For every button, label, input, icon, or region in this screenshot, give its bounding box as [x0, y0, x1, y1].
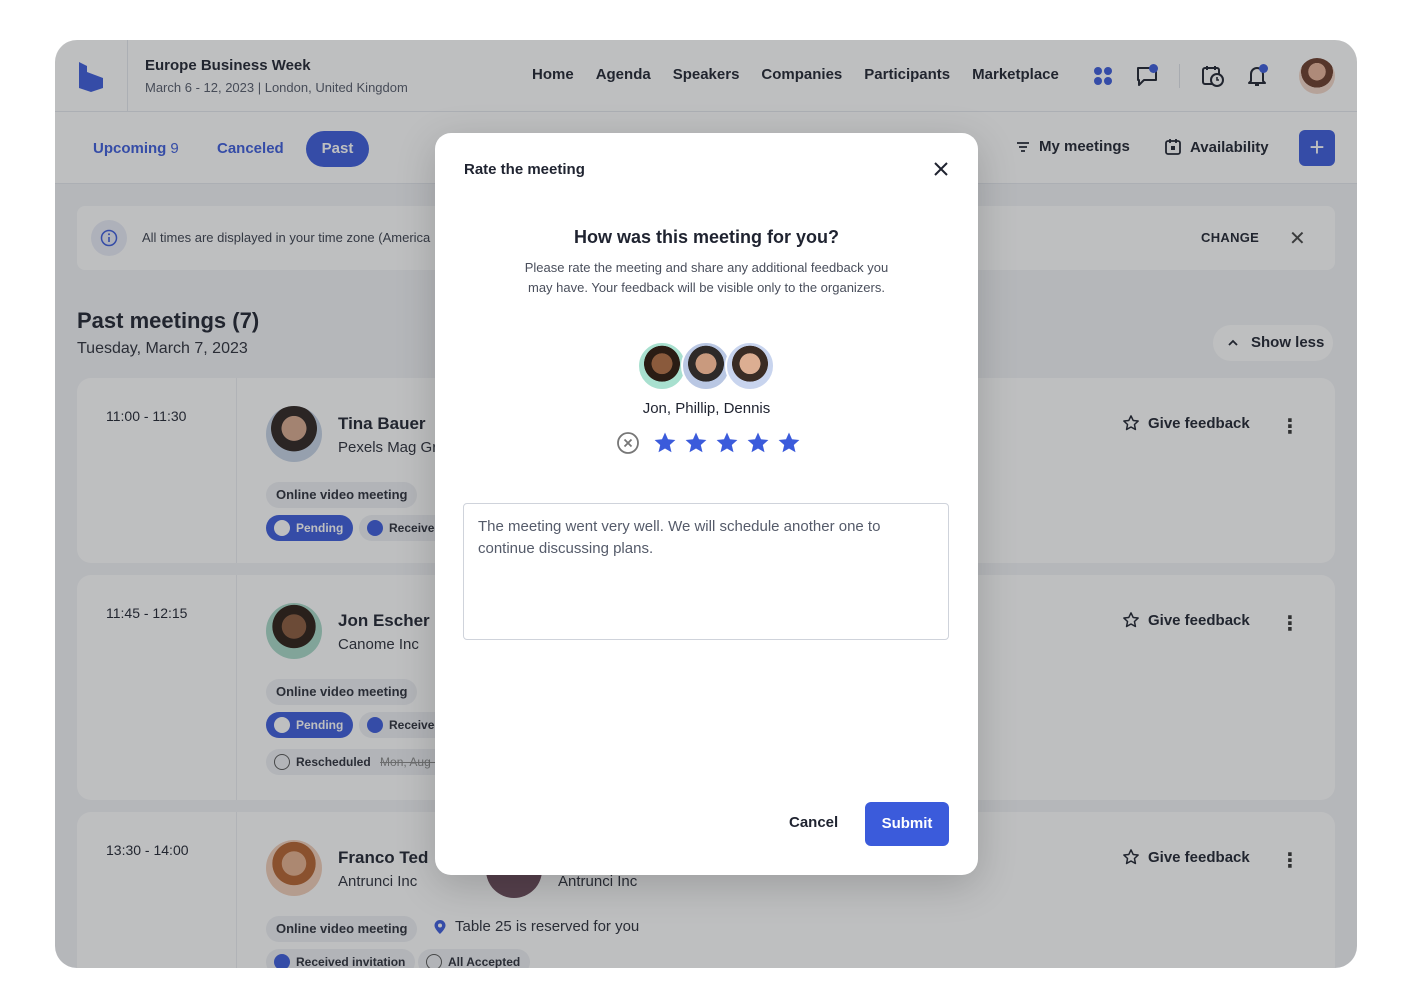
star-icon[interactable]: [715, 431, 739, 455]
participant-avatars: [637, 341, 777, 391]
avatar: [637, 341, 687, 391]
rate-meeting-dialog: Rate the meeting How was this meeting fo…: [435, 133, 978, 875]
submit-button[interactable]: Submit: [865, 802, 949, 846]
feedback-textarea[interactable]: The meeting went very well. We will sche…: [463, 503, 949, 640]
clear-rating-icon[interactable]: [616, 431, 640, 455]
avatar: [725, 341, 775, 391]
avatar: [681, 341, 731, 391]
star-icon[interactable]: [746, 431, 770, 455]
cancel-button[interactable]: Cancel: [789, 814, 838, 831]
dialog-question: How was this meeting for you?: [573, 227, 840, 247]
participant-names: Jon, Phillip, Dennis: [642, 400, 771, 417]
star-icon[interactable]: [684, 431, 708, 455]
dialog-title: Rate the meeting: [464, 161, 585, 178]
dialog-description: Please rate the meeting and share any ad…: [524, 260, 889, 295]
star-icon[interactable]: [777, 431, 801, 455]
close-icon[interactable]: [931, 159, 951, 179]
star-rating: [616, 431, 801, 455]
star-icon[interactable]: [653, 431, 677, 455]
